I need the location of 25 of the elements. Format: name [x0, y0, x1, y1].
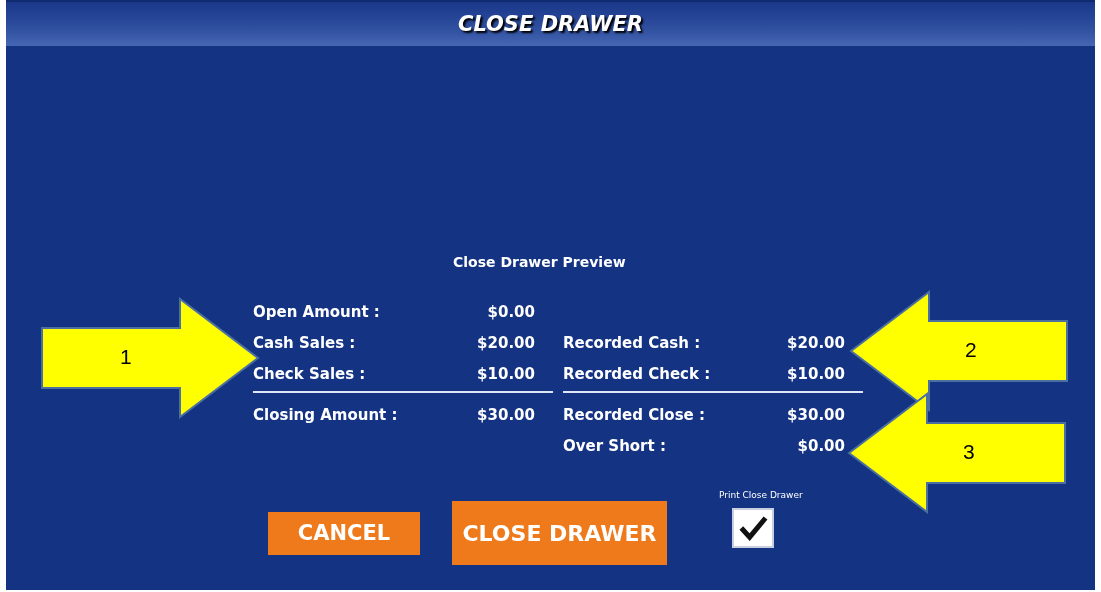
amount-value: $10.00: [477, 364, 535, 383]
amount-value: $0.00: [797, 436, 845, 455]
close-drawer-button[interactable]: CLOSE DRAWER: [452, 501, 667, 565]
amount-value: $10.00: [787, 364, 845, 383]
field-label: Open Amount :: [253, 302, 381, 321]
checkbox-label: Print Close Drawer: [719, 490, 803, 500]
amount-value: $20.00: [787, 333, 845, 352]
amount-value: $0.00: [487, 302, 535, 321]
callout-number: 3: [963, 440, 975, 464]
preview-title: Close Drawer Preview: [453, 254, 626, 270]
window-title: CLOSE DRAWER: [457, 12, 644, 36]
field-label: Cash Sales :: [253, 333, 357, 352]
field-label: Closing Amount :: [253, 405, 399, 424]
checkbox[interactable]: [731, 508, 774, 548]
field-label: Recorded Check :: [563, 364, 712, 383]
amount-value: $30.00: [787, 405, 845, 424]
cancel-button[interactable]: CANCEL: [268, 511, 420, 555]
amount-value: $30.00: [477, 405, 535, 424]
field-label: Recorded Close :: [563, 405, 706, 424]
amount-value: $20.00: [477, 333, 535, 352]
field-label: Check Sales :: [253, 364, 367, 383]
callout-number: 1: [120, 345, 132, 369]
field-label: Over Short :: [563, 436, 667, 455]
callout-number: 2: [965, 338, 977, 362]
field-label: Recorded Cash :: [563, 333, 702, 352]
